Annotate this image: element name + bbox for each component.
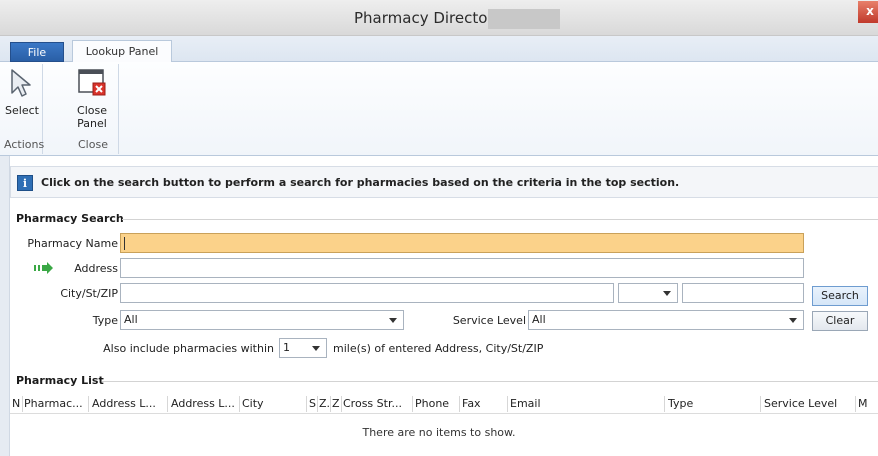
chevron-down-icon — [312, 346, 320, 351]
city-input[interactable] — [120, 283, 614, 303]
list-section-divider — [102, 381, 878, 382]
type-label: Type — [92, 314, 118, 327]
column-header[interactable]: Cross Str... — [343, 397, 411, 410]
within-prefix-label: Also include pharmacies within — [103, 342, 274, 355]
close-panel-label-2: Panel — [77, 117, 107, 130]
column-header[interactable]: M — [858, 397, 872, 410]
column-header[interactable]: Fax — [462, 397, 506, 410]
within-miles-value: 1 — [283, 341, 290, 354]
window-title: Pharmacy Directory — [354, 9, 503, 27]
type-dropdown[interactable]: All — [120, 310, 404, 330]
left-edge-strip — [0, 156, 10, 456]
group-label-actions: Actions — [4, 138, 45, 151]
address-label: Address — [74, 262, 118, 275]
column-header[interactable]: Address L... — [92, 397, 164, 410]
column-separator[interactable] — [22, 396, 23, 412]
column-separator[interactable] — [459, 396, 460, 412]
column-header[interactable]: Pharmac... — [24, 397, 86, 410]
column-separator[interactable] — [507, 396, 508, 412]
column-header[interactable]: N — [12, 397, 20, 410]
ribbon: Select Close Panel Actions Close — [0, 62, 878, 156]
tab-file[interactable]: File — [10, 42, 64, 62]
state-dropdown[interactable] — [618, 283, 678, 303]
zip-input[interactable] — [682, 283, 804, 303]
green-arrow-icon — [34, 262, 54, 274]
redacted-title-part — [488, 9, 560, 29]
column-separator[interactable] — [412, 396, 413, 412]
column-separator[interactable] — [306, 396, 307, 412]
city-label: City/St/ZIP — [60, 287, 118, 300]
column-separator[interactable] — [330, 396, 331, 412]
pharmacy-name-input[interactable] — [120, 233, 804, 253]
window-close-button[interactable]: x — [858, 1, 878, 23]
within-miles-dropdown[interactable]: 1 — [279, 338, 327, 358]
service-level-value: All — [532, 313, 546, 326]
column-header[interactable]: S — [309, 397, 316, 410]
column-separator[interactable] — [760, 396, 761, 412]
column-header[interactable]: Phone — [415, 397, 457, 410]
column-separator[interactable] — [317, 396, 318, 412]
pharmacy-name-label: Pharmacy Name — [27, 237, 118, 250]
column-separator[interactable] — [341, 396, 342, 412]
clear-button[interactable]: Clear — [812, 311, 868, 331]
select-button[interactable]: Select — [4, 66, 40, 136]
ribbon-tab-strip: File Lookup Panel — [0, 36, 878, 63]
type-value: All — [124, 313, 138, 326]
close-panel-button[interactable]: Close Panel — [70, 66, 114, 136]
chevron-down-icon — [789, 318, 797, 323]
column-header[interactable]: Type — [668, 397, 758, 410]
service-level-label: Service Level — [452, 314, 526, 327]
window-close-icon — [75, 66, 109, 100]
column-separator[interactable] — [855, 396, 856, 412]
column-separator[interactable] — [88, 396, 89, 412]
tab-lookup-panel[interactable]: Lookup Panel — [72, 40, 172, 63]
info-message: Click on the search button to perform a … — [41, 176, 680, 189]
close-panel-label-1: Close — [77, 104, 107, 117]
info-icon: i — [17, 175, 33, 191]
select-label: Select — [5, 104, 39, 117]
column-separator[interactable] — [167, 396, 168, 412]
search-section-title: Pharmacy Search — [16, 212, 124, 225]
chevron-down-icon — [663, 291, 671, 296]
column-separator[interactable] — [239, 396, 240, 412]
within-suffix-label: mile(s) of entered Address, City/St/ZIP — [333, 342, 544, 355]
search-button[interactable]: Search — [812, 286, 868, 306]
list-section-title: Pharmacy List — [16, 374, 104, 387]
column-header[interactable]: Address L... — [171, 397, 237, 410]
column-header[interactable]: Z. — [319, 397, 329, 410]
title-bar: Pharmacy Directory x — [0, 0, 878, 36]
group-label-close: Close — [78, 138, 108, 151]
ribbon-group-separator — [118, 64, 119, 154]
column-header[interactable]: Email — [510, 397, 660, 410]
text-caret — [124, 237, 125, 250]
cursor-arrow-icon — [5, 66, 39, 100]
service-level-dropdown[interactable]: All — [528, 310, 804, 330]
empty-list-message: There are no items to show. — [362, 426, 516, 439]
search-section-divider — [122, 219, 878, 220]
column-separator[interactable] — [664, 396, 665, 412]
column-header[interactable]: Z — [332, 397, 340, 410]
chevron-down-icon — [389, 318, 397, 323]
column-header[interactable]: City — [242, 397, 302, 410]
column-header[interactable]: Service Level — [764, 397, 850, 410]
address-input[interactable] — [120, 258, 804, 278]
pharmacy-list-header: N Pharmac... Address L... Address L... C… — [10, 394, 878, 414]
info-bar: i Click on the search button to perform … — [10, 166, 878, 198]
